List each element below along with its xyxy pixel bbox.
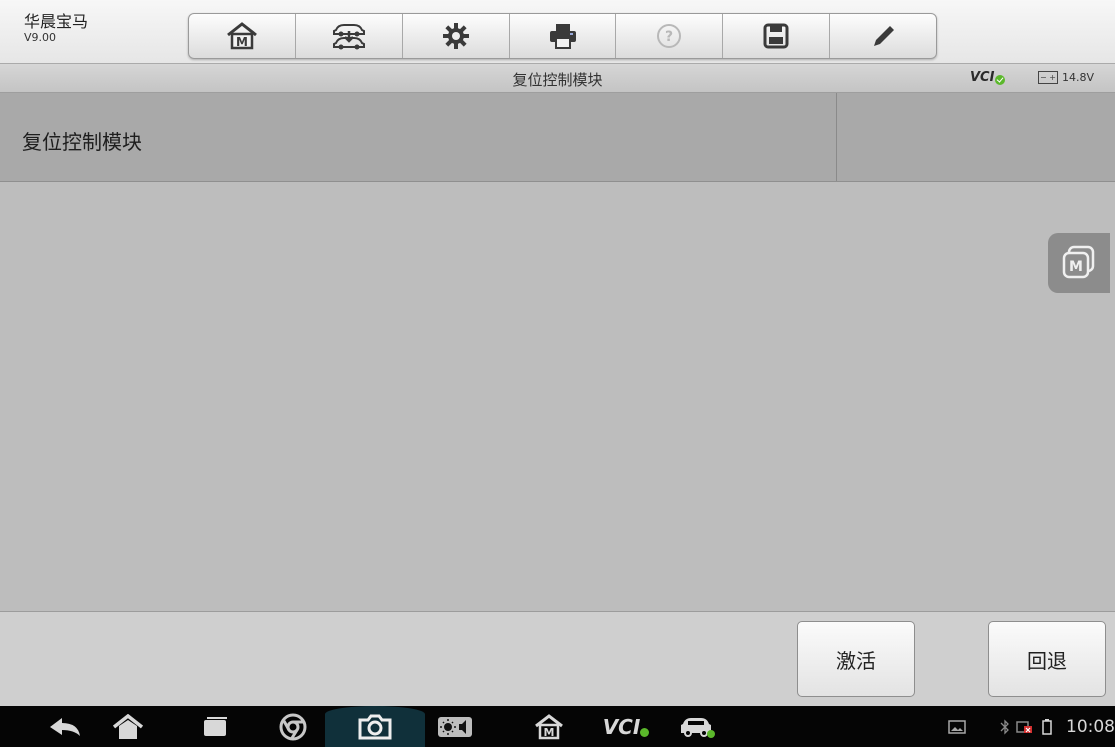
image-icon	[948, 719, 966, 734]
action-bar: 激活 回退	[0, 611, 1115, 707]
list-item-label: 复位控制模块	[22, 130, 142, 154]
app-version: V9.00	[24, 31, 57, 44]
vci-nav-label: VCI	[602, 714, 641, 739]
page-title: 复位控制模块	[512, 71, 603, 89]
floating-m-icon: M	[1062, 245, 1095, 279]
vci-ok-icon	[640, 728, 650, 737]
back-arrow-icon	[50, 717, 80, 736]
bluetooth-icon	[998, 706, 1012, 747]
svg-text:M: M	[1069, 259, 1083, 275]
vehicle-swap-icon	[332, 24, 365, 50]
brightness-volume-icon	[438, 716, 472, 737]
home-m-icon: M	[226, 22, 257, 50]
browser-button[interactable]	[268, 706, 318, 747]
help-icon: ?	[657, 24, 682, 48]
settings-button[interactable]	[403, 14, 510, 58]
brightness-volume-button[interactable]	[430, 706, 480, 747]
nav-recents-button[interactable]	[190, 706, 240, 747]
edit-button[interactable]	[830, 14, 936, 58]
vci-connected-icon	[995, 74, 1006, 85]
home-m-icon: M	[535, 713, 563, 739]
chrome-icon	[279, 713, 307, 740]
gear-icon	[442, 23, 469, 49]
vehicle-nav-button[interactable]	[672, 706, 722, 747]
list-item[interactable]: 复位控制模块	[0, 93, 1115, 182]
vci-label: VCI	[970, 70, 995, 85]
battery-voltage: 14.8V	[1062, 71, 1095, 84]
row-divider	[836, 93, 837, 181]
home-icon	[112, 713, 144, 739]
network-error-icon	[1014, 706, 1036, 747]
nav-back-button[interactable]	[40, 706, 90, 747]
svg-text:M: M	[236, 35, 248, 49]
vci-nav-button[interactable]: VCI	[596, 706, 656, 747]
printer-icon	[549, 24, 576, 49]
help-button[interactable]: ?	[616, 14, 724, 58]
gallery-notification[interactable]	[940, 706, 974, 747]
vehicle-swap-button[interactable]	[296, 14, 403, 58]
app-title: 华晨宝马	[24, 12, 89, 31]
page-header: 复位控制模块 VCI − + 14.8V	[0, 63, 1115, 93]
vci-status: VCI	[970, 70, 1006, 85]
battery-status-icon	[1040, 706, 1054, 747]
pen-icon	[874, 26, 895, 46]
floating-menu-button[interactable]: M	[1048, 233, 1110, 293]
battery-status: − + 14.8V	[1038, 71, 1094, 84]
svg-text:?: ?	[665, 29, 673, 45]
home-button[interactable]: M	[189, 14, 296, 58]
nav-home-button[interactable]	[103, 706, 153, 747]
save-button[interactable]	[723, 14, 831, 58]
print-button[interactable]	[510, 14, 617, 58]
back-button[interactable]: 回退	[988, 621, 1106, 697]
car-icon	[681, 717, 715, 738]
system-nav-bar: M VCI 10:08	[0, 706, 1115, 747]
status-clock: 10:08	[1066, 717, 1115, 737]
battery-icon: − +	[1038, 71, 1058, 84]
activate-button[interactable]: 激活	[797, 621, 915, 697]
top-toolbar: 华晨宝马 V9.00 M ?	[0, 0, 1115, 63]
main-toolbar: M ?	[188, 13, 937, 59]
svg-text:M: M	[544, 726, 555, 739]
recent-apps-icon	[204, 716, 227, 736]
save-icon	[763, 23, 789, 49]
diagnostic-home-button[interactable]: M	[526, 706, 572, 747]
screenshot-button[interactable]	[350, 706, 400, 747]
camera-icon	[358, 714, 392, 739]
